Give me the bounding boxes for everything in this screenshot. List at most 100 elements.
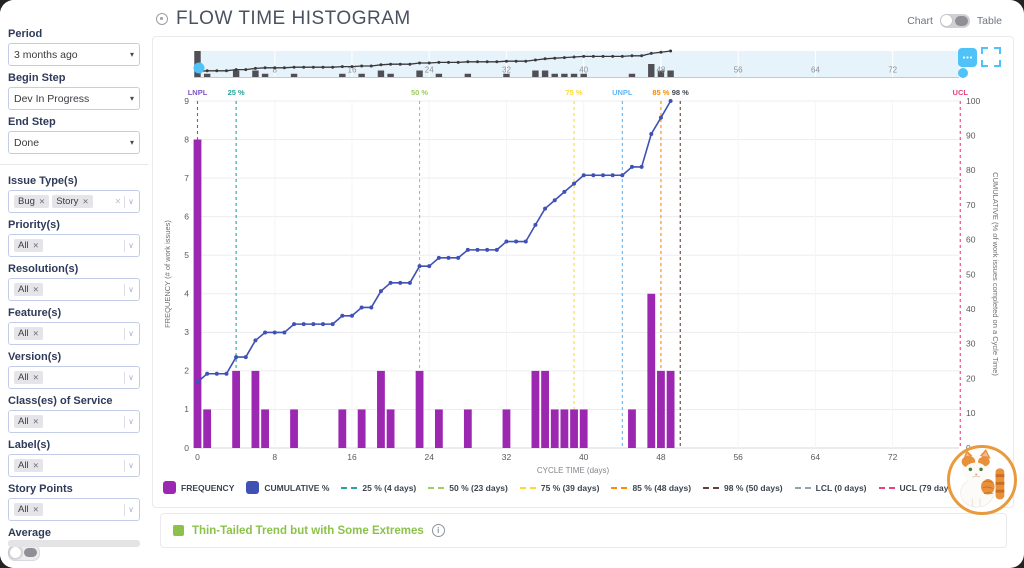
cumulative-point [485,248,489,252]
chip-all: All✕ [14,239,43,252]
view-toggle-switch[interactable] [940,14,970,28]
expand-icon[interactable] [982,48,1000,66]
frequency-bar[interactable] [570,409,578,448]
legend-swatch [246,481,259,494]
remove-icon[interactable]: ✕ [39,197,45,206]
filter-field: Priority(s)All✕∨ [8,219,140,257]
cat-avatar[interactable] [947,445,1017,515]
chip-all: All✕ [14,459,43,472]
filter-class-es-of-service[interactable]: All✕∨ [8,410,140,433]
filter-field: Period3 months ago▾ [8,28,140,66]
legend-item-frequency[interactable]: FREQUENCY [163,481,234,494]
frequency-bar[interactable] [338,409,346,448]
app-window: Period3 months ago▾Begin StepDev In Prog… [0,0,1024,568]
marker-label-unpl: UNPL [612,88,633,97]
legend-item-ucl-79-days[interactable]: UCL (79 days) [879,483,957,493]
frequency-bar[interactable] [560,409,568,448]
frequency-bar[interactable] [252,371,260,448]
filter-issue-type-s[interactable]: Bug✕Story✕✕∨ [8,190,140,213]
remove-icon[interactable]: ✕ [33,417,39,426]
legend-swatch [163,481,176,494]
chevron-down-icon[interactable]: ∨ [128,417,134,426]
frequency-bar[interactable] [358,409,366,448]
frequency-bar[interactable] [261,409,269,448]
remove-icon[interactable]: ✕ [33,329,39,338]
chevron-down-icon[interactable]: ∨ [128,329,134,338]
frequency-bar[interactable] [464,409,472,448]
legend-item-85-48-days[interactable]: 85 % (48 days) [611,483,691,493]
chip-all: All✕ [14,283,43,296]
chevron-down-icon[interactable]: ∨ [128,373,134,382]
frequency-bar[interactable] [203,409,211,448]
info-icon[interactable]: i [432,524,445,537]
legend-item-75-39-days[interactable]: 75 % (39 days) [520,483,600,493]
legend-item-25-4-days[interactable]: 25 % (4 days) [341,483,416,493]
y-left-tick-label: 3 [184,327,189,337]
remove-icon[interactable]: ✕ [33,505,39,514]
filter-label: Class(es) of Service [8,395,140,407]
brush-right-handle[interactable] [958,68,968,78]
remove-icon[interactable]: ✕ [33,241,39,250]
brush-left-handle[interactable] [194,63,205,74]
filter-story-points[interactable]: All✕∨ [8,498,140,521]
filter-feature-s[interactable]: All✕∨ [8,322,140,345]
chevron-down-icon[interactable]: ∨ [128,285,134,294]
legend-item-lcl-0-days[interactable]: LCL (0 days) [795,483,867,493]
frequency-bar[interactable] [667,371,675,448]
remove-icon[interactable]: ✕ [82,197,88,206]
frequency-bar[interactable] [503,409,511,448]
filter-resolution-s[interactable]: All✕ ∨ [8,278,140,301]
legend-item-50-23-days[interactable]: 50 % (23 days) [428,483,508,493]
y-left-tick-label: 0 [184,443,189,453]
cumulative-point [196,380,200,384]
cumulative-point [205,372,209,376]
filter-label-s[interactable]: All✕ ∨ [8,454,140,477]
frequency-bar[interactable] [657,371,665,448]
frequency-bar[interactable] [416,371,424,448]
frequency-bar[interactable] [532,371,540,448]
frequency-bar[interactable] [290,409,298,448]
y-right-tick-label: 30 [966,339,976,349]
brush-bar [339,74,345,77]
frequency-bar[interactable] [194,140,202,448]
chevron-down-icon[interactable]: ∨ [128,461,134,470]
frequency-bar[interactable] [435,409,443,448]
frequency-bar[interactable] [232,371,240,448]
chart-toggle-label[interactable]: Chart [907,15,933,27]
frequency-bar[interactable] [580,409,588,448]
chevron-down-icon[interactable]: ∨ [128,505,134,514]
sidebar-horizontal-scrollbar[interactable] [8,540,140,547]
y-right-tick-label: 60 [966,235,976,245]
filter-label: Label(s) [8,439,140,451]
frequency-bar[interactable] [551,409,559,448]
legend-item-cumulative[interactable]: CUMULATIVE % [246,481,329,494]
cumulative-point [253,338,257,342]
average-toggle[interactable] [8,545,40,561]
frequency-bar[interactable] [628,409,636,448]
cumulative-point [340,314,344,318]
filter-period[interactable]: 3 months ago▾ [8,43,140,66]
brush-background[interactable] [194,51,959,77]
frequency-bar[interactable] [541,371,549,448]
legend-item-98-50-days[interactable]: 98 % (50 days) [703,483,783,493]
chevron-down-icon[interactable]: ∨ [128,241,134,250]
remove-icon[interactable]: ✕ [33,373,39,382]
frequency-bar[interactable] [387,409,395,448]
filter-version-s[interactable]: All✕∨ [8,366,140,389]
filter-end-step[interactable]: Done▾ [8,131,140,154]
filter-begin-step[interactable]: Dev In Progress▾ [8,87,140,110]
filter-label: End Step [8,116,140,128]
brush-minimap[interactable]: 81624324048566472 [194,48,1001,78]
brush-tick-label: 32 [502,66,511,75]
brush-bar [291,74,297,77]
frequency-bar[interactable] [377,371,385,448]
table-toggle-label[interactable]: Table [977,15,1002,27]
flow-time-chart[interactable]: 81624324048566472LNPL25 %50 %75 %UNPL85 … [153,37,1015,477]
filter-priority-s[interactable]: All✕ ∨ [8,234,140,257]
frequency-bar[interactable] [647,294,655,448]
remove-icon[interactable]: ✕ [33,461,39,470]
x-tick-label: 24 [424,452,434,462]
clear-icon[interactable]: ✕ [114,197,121,206]
remove-icon[interactable]: ✕ [33,285,39,294]
chevron-down-icon[interactable]: ∨ [128,197,134,206]
